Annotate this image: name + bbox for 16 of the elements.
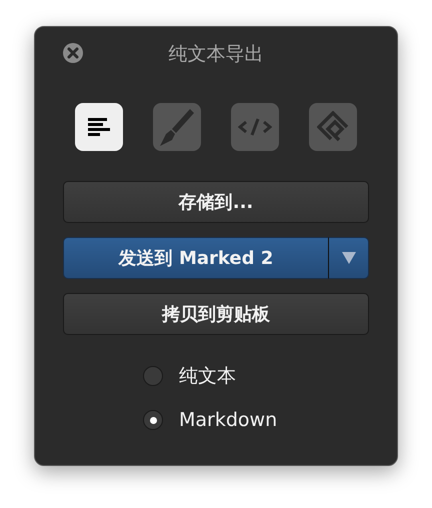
- code-icon: [238, 117, 272, 137]
- text-lines-icon: [88, 118, 110, 136]
- window-title: 纯文本导出: [168, 42, 264, 67]
- action-button[interactable]: 拷贝到剪贴板: [63, 293, 369, 335]
- action-button[interactable]: 存储到...: [63, 181, 369, 223]
- option-label: Markdown: [179, 409, 278, 431]
- pen-icon: [159, 108, 195, 146]
- option-label: 纯文本: [179, 364, 236, 389]
- radio-button[interactable]: [143, 366, 163, 386]
- send-button[interactable]: 发送到 Marked 2: [63, 237, 329, 279]
- text-format-button[interactable]: [75, 103, 123, 151]
- radio-button[interactable]: [143, 410, 163, 430]
- triangle-down-icon: [342, 252, 356, 264]
- diamond-logo-icon: [317, 111, 349, 143]
- close-icon[interactable]: [63, 43, 83, 63]
- dropdown-button[interactable]: [329, 237, 369, 279]
